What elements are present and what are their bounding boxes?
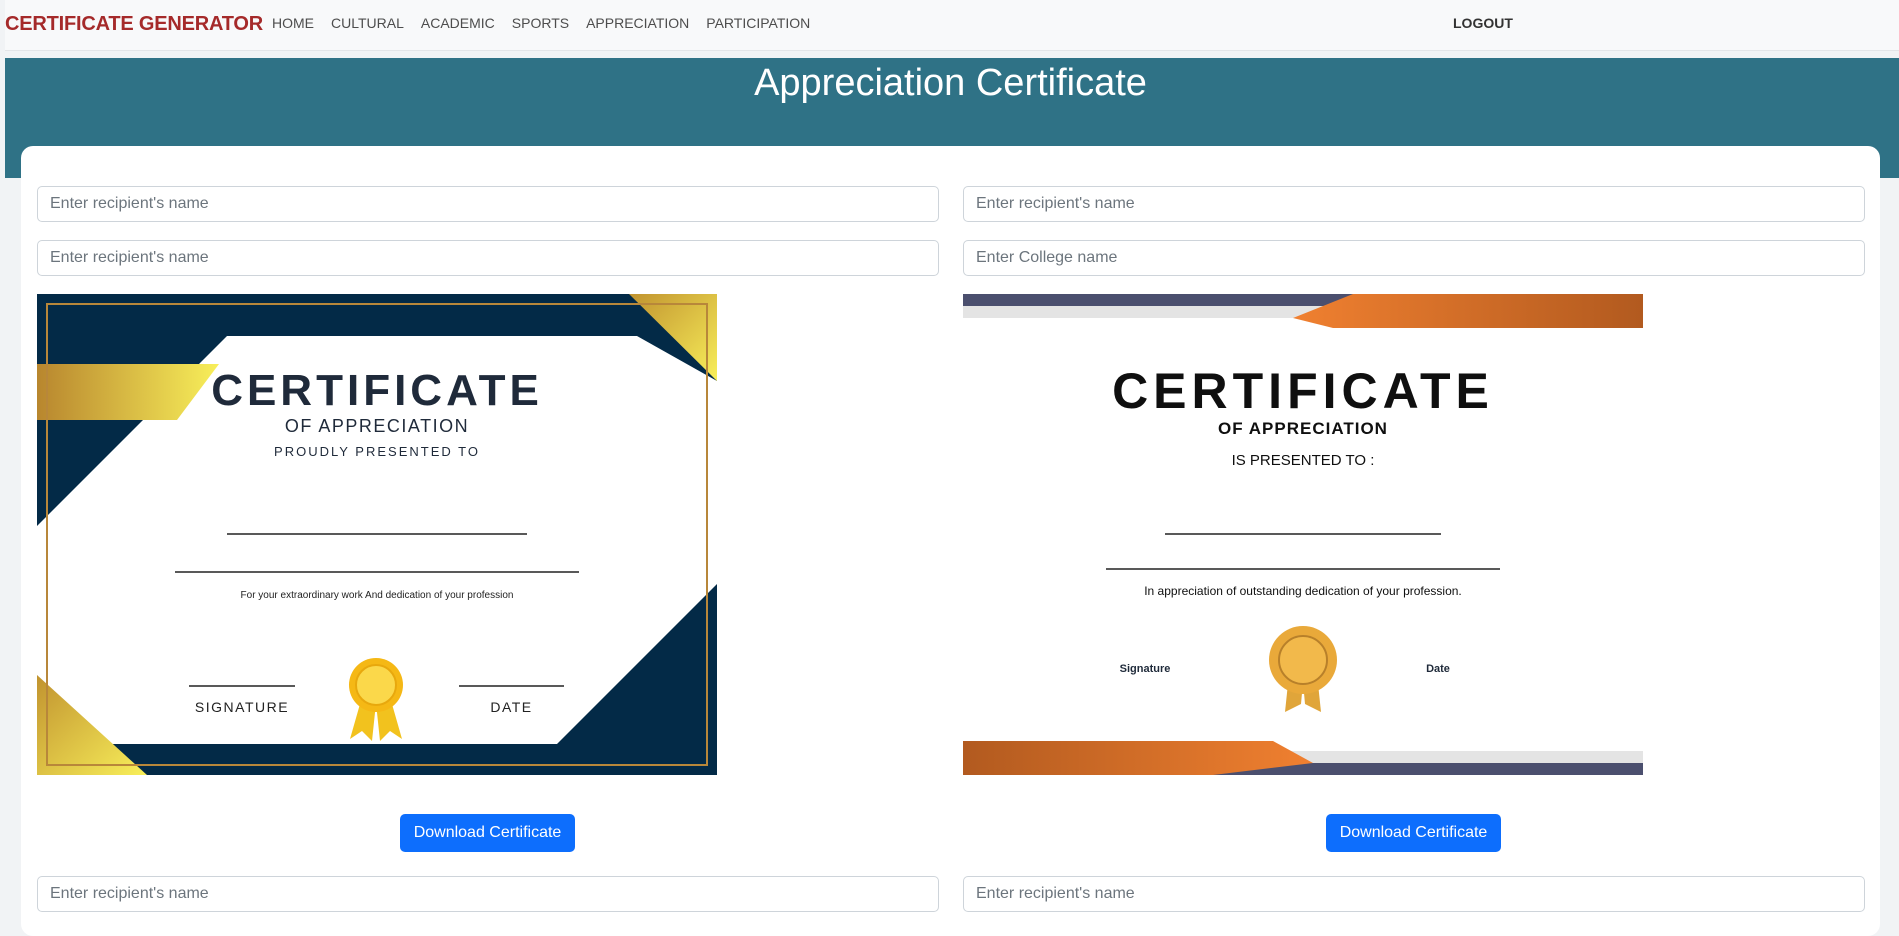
certificate-1-signature-label: SIGNATURE [194, 699, 290, 715]
ribbon-medal-icon [349, 658, 403, 741]
certificate-2-note: In appreciation of outstanding dedicatio… [1144, 584, 1462, 598]
download-certificate-button-2[interactable]: Download Certificate [1326, 814, 1501, 852]
recipient-name-input-next[interactable]: Enter recipient's name [37, 876, 939, 912]
certificate-2-title: CERTIFICATE [1112, 363, 1494, 419]
nav-links: HOME CULTURAL ACADEMIC SPORTS APPRECIATI… [272, 15, 827, 31]
certificate-2-presented: IS PRESENTED TO : [1231, 452, 1375, 469]
page-title: Appreciation Certificate [754, 62, 1147, 104]
certificate-1-date-label: DATE [490, 699, 533, 715]
nav-link-academic[interactable]: ACADEMIC [421, 15, 495, 31]
certificate-1-title: CERTIFICATE [211, 366, 543, 415]
certificate-1-subtitle: OF APPRECIATION [284, 416, 470, 436]
certificate-2-date-label: Date [1426, 663, 1450, 675]
navbar: CERTIFICATE GENERATOR HOME CULTURAL ACAD… [5, 0, 1899, 51]
recipient-name-input-next-right[interactable]: Enter recipient's name [963, 876, 1865, 912]
nav-link-sports[interactable]: SPORTS [512, 15, 569, 31]
nav-link-home[interactable]: HOME [272, 15, 314, 31]
recipient-name-input-2[interactable]: Enter recipient's name [37, 240, 939, 276]
certificate-preview-2: CERTIFICATE OF APPRECIATION IS PRESENTED… [963, 294, 1643, 775]
certificate-2-signature-label: Signature [1119, 663, 1171, 675]
college-name-input[interactable]: Enter College name [963, 240, 1865, 276]
brand-logo[interactable]: CERTIFICATE GENERATOR [5, 13, 263, 36]
download-certificate-button-1[interactable]: Download Certificate [400, 814, 575, 852]
recipient-name-input-right[interactable]: Enter recipient's name [963, 186, 1865, 222]
certificate-preview-1: CERTIFICATE OF APPRECIATION PROUDLY PRES… [37, 294, 717, 775]
nav-link-participation[interactable]: PARTICIPATION [706, 15, 810, 31]
nav-link-cultural[interactable]: CULTURAL [331, 15, 404, 31]
nav-link-appreciation[interactable]: APPRECIATION [586, 15, 689, 31]
recipient-name-input[interactable]: Enter recipient's name [37, 186, 939, 222]
logout-link[interactable]: LOGOUT [1453, 15, 1513, 31]
certificate-1-note: For your extraordinary work And dedicati… [240, 590, 514, 601]
certificate-1-presented: PROUDLY PRESENTED TO [274, 444, 480, 459]
certificate-2-subtitle: OF APPRECIATION [1218, 419, 1388, 438]
gold-seal-icon [1269, 626, 1337, 712]
